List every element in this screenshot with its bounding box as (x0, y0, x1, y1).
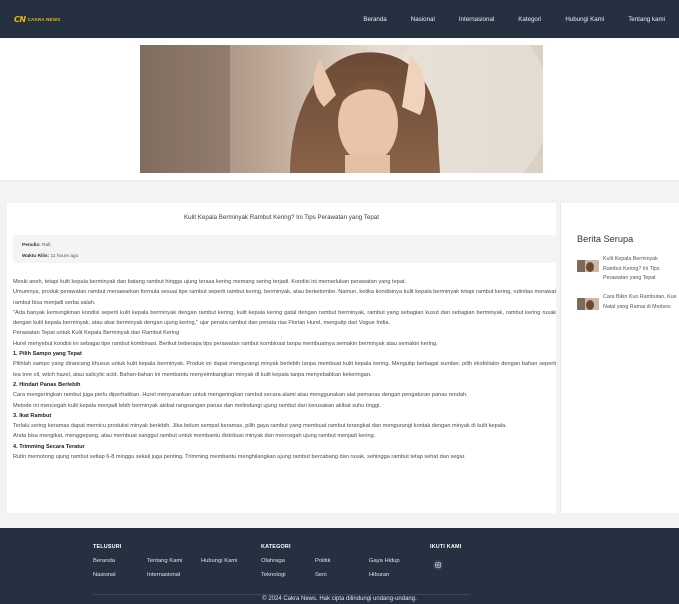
instagram-glyph (435, 562, 441, 568)
article-meta: Penulis: Rafi Waktu Rilis: 11 hours ago (13, 235, 556, 263)
nav-link-tentang-kami[interactable]: Tentang kami (628, 16, 665, 23)
footer-link-tentang-kami[interactable]: Tentang Kami (147, 558, 182, 564)
logo-text: CAKRA NEWS (27, 16, 61, 22)
sidebar-title: Berita Serupa (577, 234, 634, 244)
article-paragraph: Hurel menyebut kondisi ini sebagai tipe … (13, 340, 438, 347)
hero-section (0, 38, 679, 180)
article-paragraph: Anda bisa mengikat, menggepang, atau mem… (13, 433, 376, 440)
footer-link-hiburan[interactable]: Hiburan (369, 572, 389, 578)
nav-links: Beranda Nasional Internasional Kategori … (363, 16, 665, 23)
article-card: Kulit Kepala Berminyak Rambut Kering? In… (7, 203, 556, 513)
meta-author-label: Penulis: (22, 243, 41, 248)
article-paragraph: Rutin memotong ujung rambut setiap 6-8 m… (13, 454, 466, 461)
thumbnail-image (577, 298, 599, 310)
site-footer: TELUSURI Beranda Tentang Kami Hubungi Ka… (0, 528, 679, 604)
footer-link-teknologi[interactable]: Teknologi (261, 572, 286, 578)
nav-link-kategori[interactable]: Kategori (518, 16, 541, 23)
nav-link-internasional[interactable]: Internasional (459, 16, 494, 23)
meta-author-row: Penulis: Rafi (22, 240, 547, 251)
nav-link-hubungi-kami[interactable]: Hubungi Kami (565, 16, 604, 23)
article-subheading: 4. Trimming Secara Teratur (13, 443, 85, 450)
article-subheading: 1. Pilih Sampo yang Tepat (13, 351, 82, 358)
meta-author-value: Rafi (42, 243, 51, 248)
logo-mark: CN (14, 14, 26, 24)
footer-title-telusuri: TELUSURI (93, 544, 122, 550)
article-subheading: 3. Ikat Rambut (13, 412, 52, 419)
related-news-sidebar: Berita Serupa Kulit Kepala Berminyak Ram… (560, 203, 679, 513)
site-logo[interactable]: CN CAKRA NEWS (14, 15, 60, 24)
article-paragraph: Metode ini mencegah kulit kepala menjadi… (13, 402, 381, 409)
related-news-thumbnail (577, 298, 599, 310)
meta-time-label: Waktu Rilis: (22, 254, 50, 259)
article-paragraph: "Ada banyak kemungkinan kondisi seperti … (13, 309, 556, 327)
hero-photo-woman-hair (140, 45, 543, 173)
article-paragraph: Cara mengeringkan rambut juga perlu dipe… (13, 392, 468, 399)
thumbnail-image (577, 260, 599, 272)
related-news-item[interactable]: Cara Bikin Kuo Rambutan, Kue Natal yang … (577, 293, 677, 312)
article-paragraph: Terlalu sering keramas dapat memicu prod… (13, 423, 507, 430)
footer-link-hubungi-kami[interactable]: Hubungi Kami (201, 558, 237, 564)
article-paragraph: Meski aneh, tetapi kulit kepala berminya… (13, 279, 407, 285)
footer-link-internasional[interactable]: Internasional (147, 572, 180, 578)
article-paragraph: Umumnya, produk perawatan rambut menawar… (13, 289, 556, 306)
related-news-item[interactable]: Kulit Kepala Berminyak Rambut Kering? In… (577, 255, 677, 284)
article-paragraph: Perawatan Tepat untuk Kulit Kepala Bermi… (13, 330, 180, 337)
meta-time-row: Waktu Rilis: 11 hours ago (22, 251, 547, 262)
nav-link-beranda[interactable]: Beranda (363, 16, 386, 23)
footer-title-ikuti-kami: IKUTI KAMI (430, 544, 462, 550)
footer-link-nasional[interactable]: Nasional (93, 572, 116, 578)
top-navbar: CN CAKRA NEWS Beranda Nasional Internasi… (0, 0, 679, 38)
footer-link-politik[interactable]: Politik (315, 558, 330, 564)
article-body: Meski aneh, tetapi kulit kepala berminya… (13, 277, 556, 462)
article-title: Kulit Kepala Berminyak Rambut Kering? In… (184, 214, 379, 221)
footer-title-kategori: KATEGORI (261, 544, 291, 550)
footer-divider (93, 594, 470, 595)
footer-copyright: © 2024 Cakra News. Hak cipta dilindungi … (262, 596, 417, 602)
hero-image (140, 45, 543, 173)
instagram-icon[interactable] (433, 560, 443, 570)
footer-link-seni[interactable]: Seni (315, 572, 327, 578)
article-subheading: 2. Hindari Panas Berlebih (13, 381, 81, 388)
related-news-title: Kulit Kepala Berminyak Rambut Kering? In… (603, 256, 660, 282)
related-news-thumbnail (577, 260, 599, 272)
footer-link-gaya-hidup[interactable]: Gaya Hidup (369, 558, 400, 564)
article-paragraph: Pilihlah sampo yang dirancang khusus unt… (13, 361, 556, 378)
nav-link-nasional[interactable]: Nasional (411, 16, 435, 23)
related-news-title: Cara Bikin Kuo Rambutan, Kue Natal yang … (603, 294, 677, 310)
footer-link-olahraga[interactable]: Olahraga (261, 558, 285, 564)
meta-time-value: 11 hours ago (50, 254, 79, 259)
footer-link-beranda[interactable]: Beranda (93, 558, 115, 564)
